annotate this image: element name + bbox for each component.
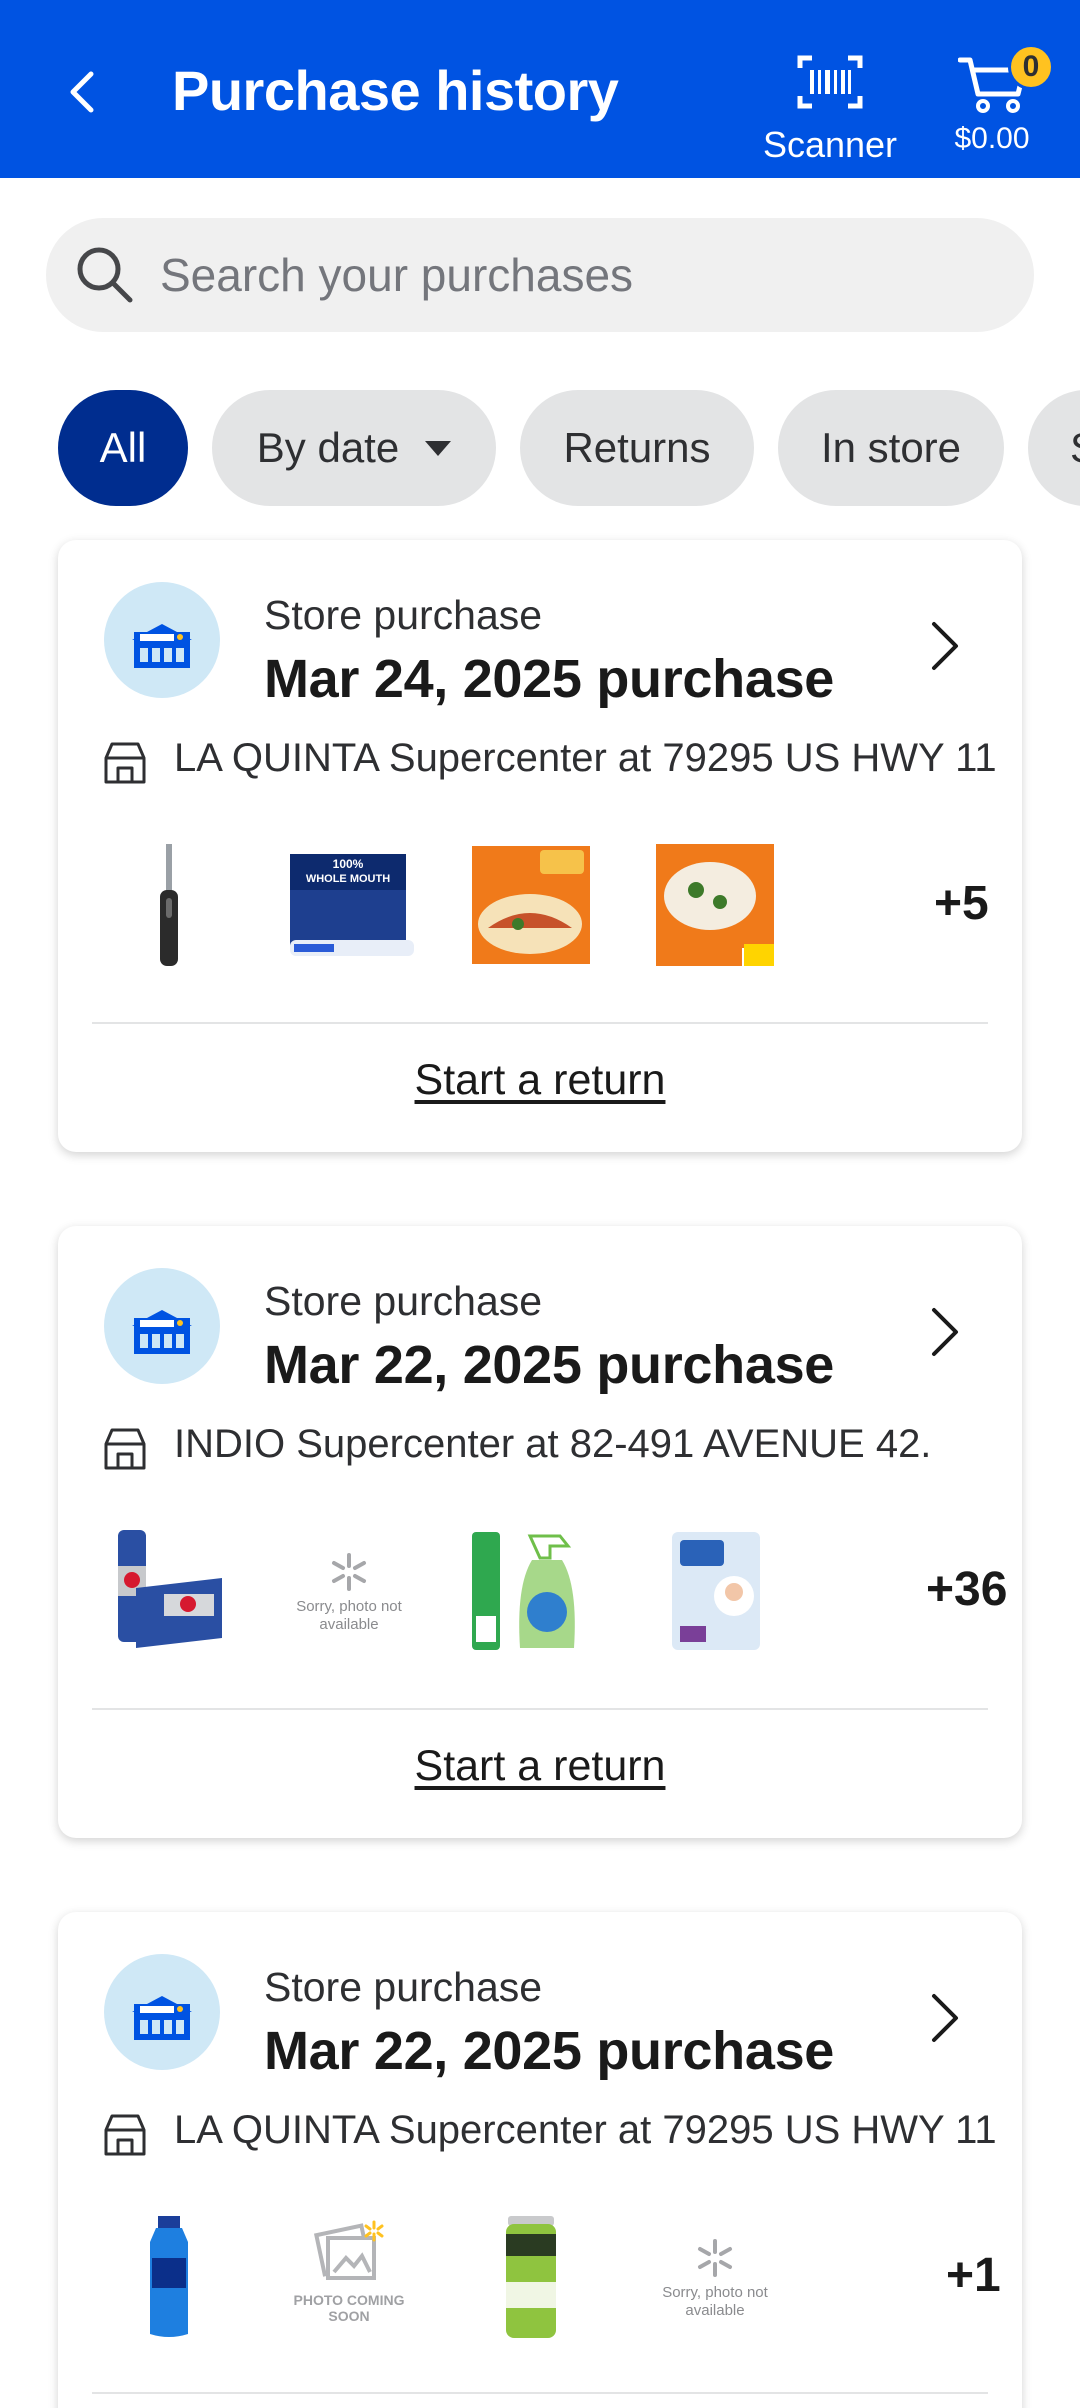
photo-unavailable-text: Sorry, photo not available [662,2284,768,2319]
photo-coming-soon-text: PHOTO COMING SOON [293,2292,405,2324]
scanner-label: Scanner [762,124,898,165]
more-items-count: +36 [926,1563,1008,1616]
chip-partial-label: S [1070,424,1080,472]
cart-count-badge: 0 [1008,44,1054,90]
spark-icon [698,2239,732,2277]
filter-chips: All By date Returns In store S [0,390,1080,508]
spark-icon [332,1553,366,1591]
walmart-store-icon [104,1954,220,2070]
store-address: INDIO Supercenter at 82-491 AVENUE 42. [174,1422,932,1466]
chevron-right-icon[interactable] [916,618,972,674]
purchase-title: Mar 22, 2025 purchase [264,1335,835,1395]
chip-in-store-label: In store [820,424,962,471]
search-icon [77,247,133,303]
cart-total: $0.00 [954,122,1030,155]
chip-all[interactable]: All [58,390,188,506]
app-header: Purchase history Scanner 0 $0.00 [0,0,1080,178]
store-address: LA QUINTA Supercenter at 79295 US HWY 11 [174,736,997,780]
divider [92,1022,988,1024]
order-card[interactable]: Store purchase Mar 22, 2025 purchase LA … [58,1912,1022,2408]
divider [92,2392,988,2394]
energy-drink-pack-image [118,1530,222,1648]
peeler-image [160,844,178,966]
item-thumbnails: PHOTO COMING SOON Sorry, photo not avail… [98,2212,1001,2342]
item-thumbnails: 100% WHOLE MOUTH +5 [98,840,998,970]
beer-can-image [506,2216,556,2338]
more-items-count: +1 [946,2249,1001,2302]
scanner-button[interactable]: Scanner [755,48,905,168]
store-front-icon [104,2114,146,2156]
search-bar[interactable] [46,218,1034,332]
toothpaste-image: 100% WHOLE MOUTH [290,854,414,956]
page-title: Purchase history [172,59,619,122]
barcode-scanner-icon [797,55,863,109]
chip-returns[interactable]: Returns [520,390,754,506]
svg-text:WHOLE MOUTH: WHOLE MOUTH [306,873,390,885]
photo-unavailable-placeholder: Sorry, photo not available [284,1526,414,1656]
image-placeholder-icon [314,2220,384,2280]
start-return-link[interactable]: Start a return [58,1742,1022,1791]
walmart-store-icon [104,582,220,698]
order-card[interactable]: Store purchase Mar 22, 2025 purchase IND… [58,1226,1022,1838]
walmart-store-icon [104,1268,220,1384]
purchase-type: Store purchase [264,592,543,638]
purchase-type: Store purchase [264,1964,543,2010]
svg-text:100%: 100% [333,857,364,871]
photo-unavailable-placeholder: Sorry, photo not available [650,2212,780,2342]
photo-coming-soon-placeholder: PHOTO COMING SOON [284,2212,414,2342]
search-input[interactable] [160,242,1000,308]
cleaner-spray-image [472,1532,575,1650]
back-button[interactable] [52,62,112,122]
chip-in-store[interactable]: In store [778,390,1004,506]
frozen-meal-chicken-alfredo-image [656,844,774,966]
chevron-left-icon [70,71,94,113]
purchase-type: Store purchase [264,1278,543,1324]
caret-down-icon [425,440,452,456]
chip-returns-label: Returns [563,424,711,471]
divider [92,1708,988,1710]
sports-drink-image [150,2216,188,2337]
start-return-link[interactable]: Start a return [58,1056,1022,1105]
chip-partial[interactable]: S [1028,390,1080,506]
purchase-title: Mar 22, 2025 purchase [264,2021,835,2081]
magic-eraser-image [672,1532,760,1650]
item-thumbnails: Sorry, photo not available +36 [98,1526,1007,1656]
store-address: LA QUINTA Supercenter at 79295 US HWY 11 [174,2108,997,2152]
store-front-icon [104,742,146,784]
order-card[interactable]: Store purchase Mar 24, 2025 purchase LA … [58,540,1022,1152]
store-front-icon [104,1428,146,1470]
purchase-title: Mar 24, 2025 purchase [264,649,835,709]
chip-by-date[interactable]: By date [212,390,496,506]
photo-unavailable-text: Sorry, photo not available [296,1598,402,1633]
chevron-right-icon[interactable] [916,1990,972,2046]
chip-all-label: All [99,424,147,471]
chip-by-date-label: By date [256,424,400,471]
cart-button[interactable]: 0 $0.00 [940,40,1054,170]
frozen-meal-image [472,846,590,964]
more-items-count: +5 [934,877,989,930]
chevron-right-icon[interactable] [916,1304,972,1360]
